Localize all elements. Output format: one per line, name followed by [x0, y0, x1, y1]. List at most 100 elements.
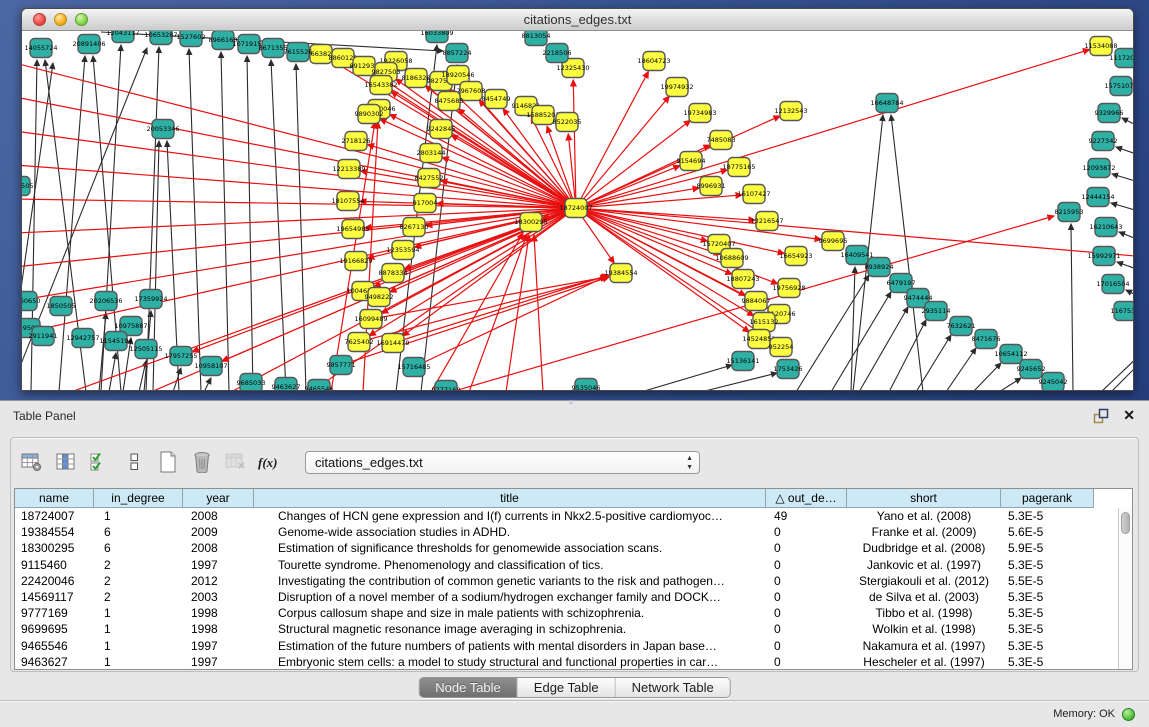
memory-status-icon[interactable]: [1122, 708, 1135, 721]
table-cell: Estimation of significance thresholds fo…: [254, 540, 766, 556]
table-settings-icon[interactable]: [19, 449, 45, 475]
table-cell: Tourette syndrome. Phenomenology and cla…: [254, 557, 766, 573]
create-table-icon[interactable]: [155, 449, 181, 475]
tab-edge-table[interactable]: Edge Table: [518, 678, 616, 697]
edge[interactable]: [641, 365, 732, 390]
table-row[interactable]: 969969511998Structural magnetic resonanc…: [15, 621, 1132, 637]
graph-node-label: 1850505: [47, 302, 76, 310]
edge[interactable]: [851, 267, 855, 390]
table-row[interactable]: 1872400712008Changes of HCN gene express…: [15, 508, 1132, 524]
graph-node-label: 20206536: [89, 297, 122, 305]
graph-node-label: 9777169: [432, 386, 461, 390]
column-header-pagerank[interactable]: pagerank: [1001, 489, 1094, 508]
window-titlebar[interactable]: citations_edges.txt: [22, 9, 1133, 31]
graph-node-label: 1753426: [774, 365, 803, 373]
edge[interactable]: [1126, 290, 1133, 298]
edge[interactable]: [1101, 353, 1133, 390]
edge[interactable]: [973, 363, 1001, 390]
edge[interactable]: [1116, 147, 1133, 156]
table-cell: 1997: [183, 557, 254, 573]
table-cell: 9699695: [15, 621, 94, 637]
column-header-year[interactable]: year: [183, 489, 254, 508]
edge[interactable]: [831, 292, 891, 390]
table-row[interactable]: 1938455462009Genome-wide association stu…: [15, 524, 1132, 540]
graph-node-label: 9245652: [1017, 365, 1046, 373]
table-row[interactable]: 911546021997Tourette syndrome. Phenomeno…: [15, 557, 1132, 573]
edge[interactable]: [576, 96, 669, 208]
show-columns-icon[interactable]: [53, 449, 79, 475]
column-header-title[interactable]: title: [254, 489, 766, 508]
graph-node-label: 2967608: [457, 87, 486, 95]
table-row[interactable]: 2242004622012Investigating the contribut…: [15, 573, 1132, 589]
tab-network-table[interactable]: Network Table: [616, 678, 730, 697]
table-cell: 0: [766, 557, 847, 573]
table-cell: Yano et al. (2008): [847, 508, 1001, 524]
function-builder-icon[interactable]: f(x): [257, 449, 283, 475]
scrollbar-thumb[interactable]: [1121, 512, 1130, 534]
citation-network-graph[interactable]: 1872400718300295193845542242004676638228…: [22, 31, 1133, 390]
graph-node-label: 7625402: [345, 338, 374, 346]
graph-node-label: 12325430: [556, 64, 589, 72]
table-row[interactable]: 946362711997Embryonic stem cells: a mode…: [15, 654, 1132, 670]
edge[interactable]: [576, 208, 721, 254]
graph-node-label: 9242845: [427, 125, 456, 133]
table-header-row[interactable]: namein_degreeyeartitle△ out_de…shortpage…: [15, 489, 1132, 508]
float-panel-icon[interactable]: [1093, 408, 1109, 424]
edge[interactable]: [271, 60, 286, 390]
vertical-scrollbar[interactable]: [1118, 508, 1132, 669]
table-row[interactable]: 946554611997Estimation of the future num…: [15, 638, 1132, 654]
delete-column-icon[interactable]: [189, 449, 215, 475]
table-panel: ▲ Table Panel ✕ f(x)citations_edges.txt▲…: [0, 400, 1149, 727]
table-row[interactable]: 1830029562008Estimation of significance …: [15, 540, 1132, 556]
node-table[interactable]: namein_degreeyeartitle△ out_de…shortpage…: [14, 488, 1133, 670]
table-row[interactable]: 977716911998Corpus callosum shape and si…: [15, 605, 1132, 621]
edge[interactable]: [1111, 203, 1133, 212]
edge[interactable]: [367, 144, 576, 208]
edge[interactable]: [22, 208, 576, 301]
edge[interactable]: [296, 64, 306, 390]
edge[interactable]: [576, 72, 648, 208]
network-canvas[interactable]: 1872400718300295193845542242004676638228…: [22, 31, 1133, 390]
edge[interactable]: [796, 275, 869, 390]
graph-node-label: 15992971: [1087, 252, 1120, 260]
table-cell: 0: [766, 654, 847, 670]
column-header-name[interactable]: name: [15, 489, 94, 508]
network-view-window[interactable]: citations_edges.txt 18724007183002951938…: [21, 8, 1134, 391]
table-cell: Dudbridge et al. (2008): [847, 540, 1001, 556]
table-cell: Genome-wide association studies in ADHD.: [254, 524, 766, 540]
edge[interactable]: [189, 49, 201, 390]
tab-node-table[interactable]: Node Table: [419, 678, 518, 697]
close-panel-icon[interactable]: ✕: [1123, 407, 1135, 424]
table-selector-dropdown[interactable]: citations_edges.txt▲▼: [305, 451, 700, 474]
edge[interactable]: [999, 378, 1021, 390]
edge[interactable]: [576, 50, 1090, 208]
table-cell: 1: [94, 638, 183, 654]
edge[interactable]: [891, 115, 923, 390]
select-columns-icon[interactable]: [87, 449, 113, 475]
edge[interactable]: [1117, 262, 1133, 271]
edge[interactable]: [99, 313, 106, 390]
graph-node-label: 19756928: [772, 284, 805, 292]
dropdown-stepper-icon[interactable]: ▲▼: [686, 454, 693, 472]
splitter-grip-icon[interactable]: ▲: [567, 397, 575, 406]
edge[interactable]: [1112, 174, 1133, 183]
edge[interactable]: [859, 307, 908, 390]
row-height-icon[interactable]: [121, 449, 147, 475]
column-header-short[interactable]: short: [847, 489, 1001, 508]
edge[interactable]: [204, 378, 211, 390]
table-row[interactable]: 1456911722003Disruption of a novel membe…: [15, 589, 1132, 605]
graph-node-label: 6479197: [887, 279, 916, 287]
edge[interactable]: [1122, 118, 1133, 128]
edge[interactable]: [22, 208, 576, 233]
column-header-out-de-[interactable]: △ out_de…: [766, 489, 847, 508]
edge[interactable]: [1119, 232, 1133, 241]
edge[interactable]: [576, 188, 699, 208]
column-header-in-degree[interactable]: in_degree: [94, 489, 183, 508]
edge[interactable]: [916, 335, 951, 390]
graph-node-label: 2803144: [417, 149, 446, 157]
edge[interactable]: [109, 353, 116, 390]
edge[interactable]: [701, 373, 777, 390]
edge[interactable]: [946, 348, 976, 390]
table-body[interactable]: 1872400712008Changes of HCN gene express…: [15, 508, 1132, 670]
edge[interactable]: [1071, 224, 1073, 390]
